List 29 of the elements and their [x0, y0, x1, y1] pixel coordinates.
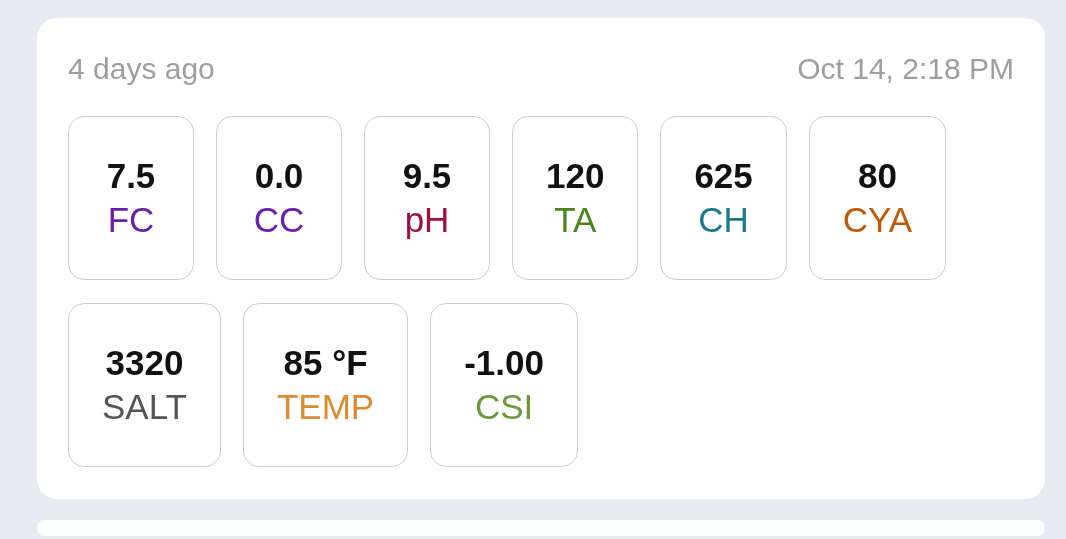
reading-value: 7.5 — [106, 155, 156, 197]
reading-value: 625 — [694, 155, 753, 197]
timestamp: Oct 14, 2:18 PM — [797, 52, 1014, 86]
reading-value: 120 — [546, 155, 605, 197]
reading-tile[interactable]: 3320 SALT — [68, 303, 221, 467]
reading-value: -1.00 — [464, 342, 544, 384]
reading-value: 80 — [858, 155, 897, 197]
reading-tile[interactable]: 0.0 CC — [216, 116, 342, 280]
reading-tile[interactable]: 7.5 FC — [68, 116, 194, 280]
reading-tile[interactable]: 9.5 pH — [364, 116, 490, 280]
reading-value: 9.5 — [402, 155, 452, 197]
reading-label: pH — [404, 199, 450, 241]
reading-tile[interactable]: 120 TA — [512, 116, 639, 280]
reading-tile[interactable]: -1.00 CSI — [430, 303, 578, 467]
reading-tile[interactable]: 625 CH — [660, 116, 787, 280]
reading-label: CC — [253, 199, 305, 241]
reading-label: SALT — [102, 386, 187, 428]
reading-label: TEMP — [276, 386, 375, 428]
reading-tile[interactable]: 80 CYA — [808, 116, 947, 280]
reading-value: 0.0 — [254, 155, 304, 197]
reading-value: 85 °F — [283, 342, 368, 384]
reading-label: CYA — [842, 199, 913, 241]
reading-label: TA — [554, 199, 597, 241]
reading-label: FC — [107, 199, 155, 241]
reading-value: 3320 — [105, 342, 184, 384]
reading-label: CSI — [474, 386, 534, 428]
reading-tile[interactable]: 85 °F TEMP — [242, 303, 409, 467]
reading-label: CH — [698, 199, 749, 241]
relative-time: 4 days ago — [68, 52, 215, 86]
